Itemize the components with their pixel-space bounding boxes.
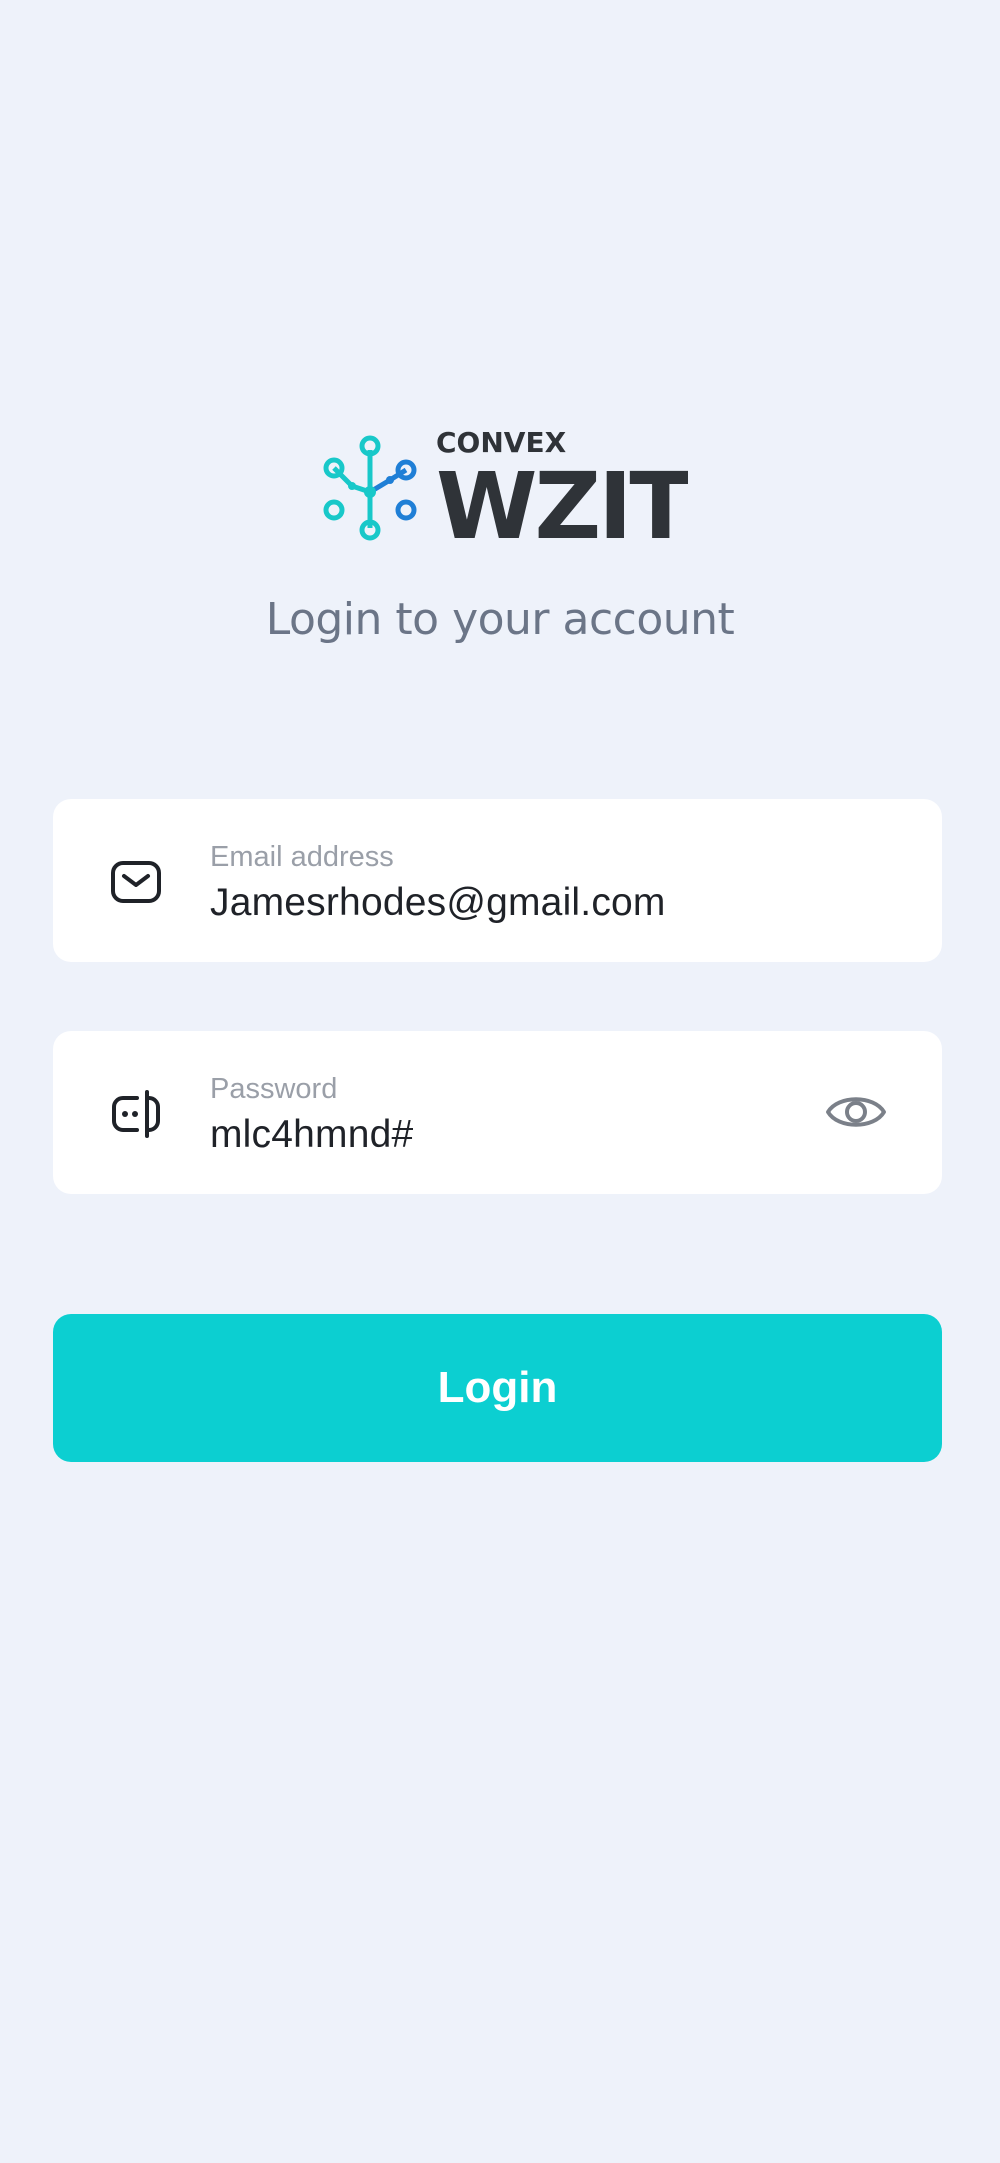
- password-field[interactable]: Password mlc4hmnd#: [53, 1031, 942, 1194]
- email-field[interactable]: Email address Jamesrhodes@gmail.com: [53, 799, 942, 962]
- password-icon: [111, 1089, 161, 1139]
- logo-graphic: CONVEX WZIT: [323, 426, 695, 560]
- email-label: Email address: [210, 841, 394, 873]
- login-button[interactable]: Login: [53, 1314, 942, 1462]
- eye-icon[interactable]: [825, 1087, 887, 1137]
- login-subtitle: Login to your account: [265, 594, 735, 645]
- svg-text:WZIT: WZIT: [436, 453, 688, 548]
- app-logo: CONVEX WZIT: [318, 426, 695, 560]
- password-input[interactable]: mlc4hmnd#: [210, 1113, 413, 1157]
- mail-icon: [111, 857, 161, 907]
- password-label: Password: [210, 1073, 338, 1105]
- email-input[interactable]: Jamesrhodes@gmail.com: [210, 881, 666, 925]
